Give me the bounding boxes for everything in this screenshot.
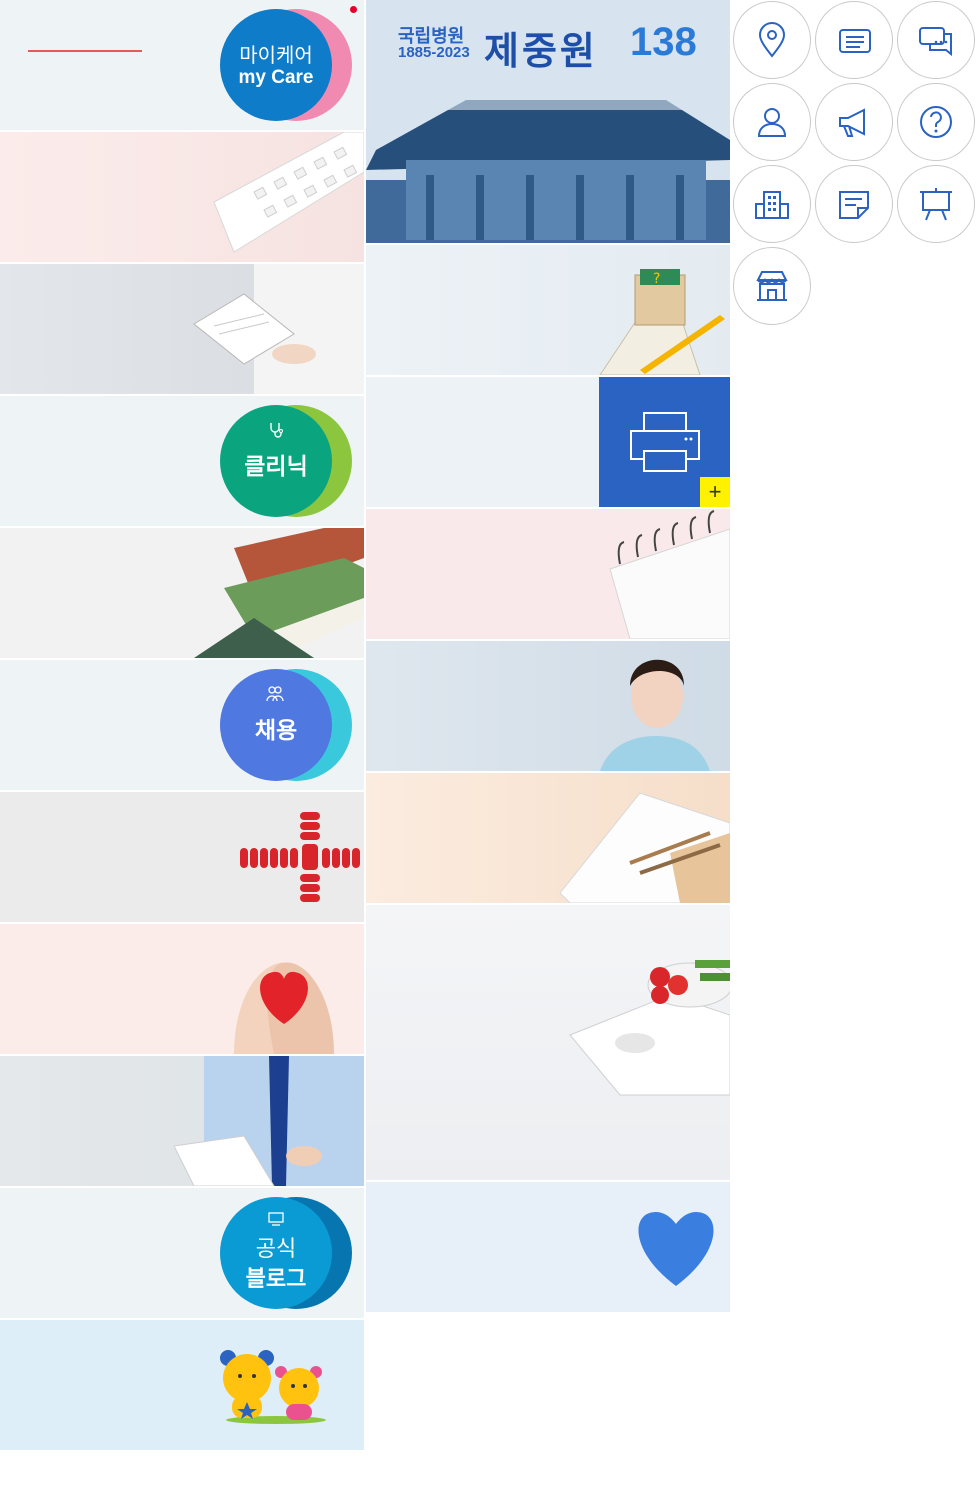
banner-big-title: 제중원: [484, 31, 598, 73]
mycare-circle: 마이케어 my Care: [220, 9, 332, 121]
jejungwon-banner[interactable]: 국립병원 1885-2023 제중원 138: [366, 0, 730, 243]
new-dot: [350, 6, 357, 13]
nurse-tile[interactable]: [366, 641, 730, 771]
mycare-tile[interactable]: 마이케어 my Care: [0, 0, 364, 130]
store-icon: [756, 271, 788, 301]
blue-heart-image: [638, 1212, 714, 1286]
question-icon: [920, 106, 952, 138]
hanok-building-image: [366, 80, 730, 243]
question-cube-tile[interactable]: ?: [366, 245, 730, 375]
nurse-image: [600, 659, 710, 771]
chat-button[interactable]: [897, 1, 975, 79]
recruit-tile[interactable]: 채용: [0, 660, 364, 790]
plus-button[interactable]: +: [700, 477, 730, 507]
printer-panel: +: [599, 377, 730, 507]
middle-column: 국립병원 1885-2023 제중원 138 ? +: [366, 0, 730, 1314]
notebook-tile[interactable]: [366, 509, 730, 639]
banner-years: 1885-2023: [398, 44, 470, 61]
question-button[interactable]: [897, 83, 975, 161]
recruit-circle: 채용: [220, 669, 332, 781]
memo-icon: [839, 191, 869, 219]
store-button[interactable]: [733, 247, 811, 325]
pills-cross-tile[interactable]: [0, 792, 364, 922]
blue-heart-tile[interactable]: [366, 1182, 730, 1312]
scale-vegetables-image: [569, 960, 730, 1096]
mascot-tile[interactable]: [0, 1320, 364, 1450]
blog-circle: 공식 블로그: [220, 1197, 332, 1309]
stethoscope-icon: [270, 423, 283, 438]
scale-vegetables-tile[interactable]: [366, 905, 730, 1180]
printer-icon: [630, 412, 700, 472]
clinic-label: 클리닉: [244, 453, 308, 479]
keyboard-image: [213, 132, 364, 253]
doctor-documents-tile[interactable]: [0, 1056, 364, 1186]
recruit-label: 채용: [254, 717, 298, 743]
building-button[interactable]: [733, 165, 811, 243]
person-button[interactable]: [733, 83, 811, 161]
bear-mascots: [220, 1350, 326, 1424]
question-cube-image: ?: [599, 269, 725, 375]
doctor-clipboard-image: [193, 264, 364, 394]
title-line: [28, 50, 142, 52]
clinic-tile[interactable]: 클리닉: [0, 396, 364, 526]
books-tile[interactable]: [0, 528, 364, 658]
plus-label: +: [708, 479, 722, 504]
people-icon: [266, 686, 284, 702]
megaphone-button[interactable]: [815, 83, 893, 161]
blog-label-line2: 블로그: [245, 1266, 307, 1291]
clinic-circle: 클리닉: [220, 405, 332, 517]
pencils-notepad-image: [559, 792, 730, 903]
notebook-image: [609, 510, 730, 639]
person-icon: [757, 108, 787, 137]
memo-button[interactable]: [815, 165, 893, 243]
document-icon: [839, 29, 871, 53]
banner-number: 138: [630, 20, 697, 64]
mycare-label-en: my Care: [238, 67, 314, 88]
location-button[interactable]: [733, 1, 811, 79]
presentation-button[interactable]: [897, 165, 975, 243]
megaphone-icon: [839, 108, 865, 137]
blog-tile[interactable]: 공식 블로그: [0, 1188, 364, 1318]
mycare-label-ko: 마이케어: [239, 45, 313, 67]
location-icon: [758, 22, 786, 58]
books-image: [194, 528, 364, 658]
building-icon: [755, 191, 789, 219]
heart-hands-image: [234, 962, 334, 1054]
doctor-documents-image: [174, 1056, 364, 1186]
printer-tile[interactable]: +: [366, 377, 730, 507]
document-button[interactable]: [815, 1, 893, 79]
presentation-icon: [920, 188, 952, 221]
pencils-notepad-tile[interactable]: [366, 773, 730, 903]
left-column: 마이케어 my Care 클리닉 채용 공식 블로그: [0, 0, 364, 1452]
svg-text:?: ?: [653, 271, 660, 287]
keyboard-tile[interactable]: [0, 132, 364, 262]
blog-label-line1: 공식: [255, 1236, 297, 1261]
doctor-clipboard-tile[interactable]: [0, 264, 364, 394]
chat-icon: [919, 27, 952, 57]
pills-cross-image: [240, 812, 360, 902]
heart-hands-tile[interactable]: [0, 924, 364, 1054]
monitor-icon: [268, 1212, 284, 1226]
